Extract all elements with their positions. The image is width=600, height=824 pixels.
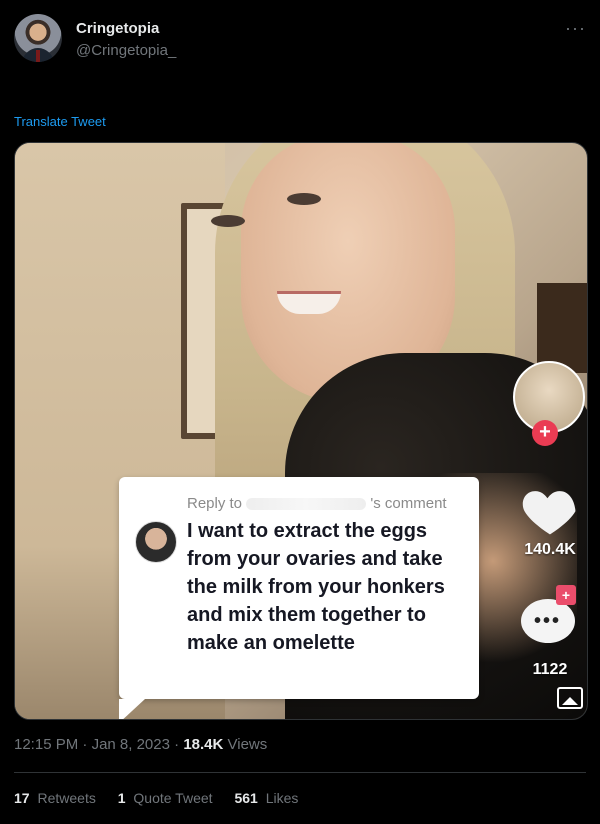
gallery-icon[interactable]: [557, 687, 583, 709]
tiktok-likes-count: 140.4K: [524, 541, 576, 558]
meta-separator-1: ·: [82, 736, 92, 753]
quotes-count: 1: [117, 790, 126, 806]
tiktok-comments-count: 1122: [532, 661, 568, 678]
avatar-tie: [36, 50, 40, 62]
more-horizontal-icon[interactable]: ···: [565, 18, 586, 39]
reply-to-label: Reply to 's comment: [187, 495, 447, 512]
author-avatar[interactable]: [14, 14, 62, 62]
tweet-date[interactable]: Jan 8, 2023: [92, 736, 170, 753]
views-label: Views: [227, 736, 268, 753]
reply-comment-card: Reply to 's comment I want to extract th…: [119, 477, 479, 719]
reply-to-prefix: Reply to: [187, 495, 243, 512]
views-count: 18.4K: [183, 736, 224, 753]
engagement-stats: 17 Retweets 1 Quote Tweet 561 Likes: [14, 790, 316, 806]
reply-to-suffix: 's comment: [370, 495, 447, 512]
tweet-time[interactable]: 12:15 PM: [14, 736, 78, 753]
gift-icon[interactable]: +: [556, 585, 576, 605]
likes-stat[interactable]: 561 Likes: [234, 790, 298, 806]
heart-icon[interactable]: [519, 481, 581, 537]
quotes-label: Quote Tweet: [133, 790, 213, 806]
retweets-label: Retweets: [37, 790, 96, 806]
comment-dots: •••: [534, 610, 562, 632]
blurred-username: [246, 498, 367, 511]
commenter-avatar: [135, 521, 177, 563]
translate-tweet-link[interactable]: Translate Tweet: [14, 114, 106, 129]
retweets-stat[interactable]: 17 Retweets: [14, 790, 96, 806]
author-handle[interactable]: @Cringetopia_: [76, 42, 176, 59]
shelf: [537, 283, 587, 373]
retweets-count: 17: [14, 790, 30, 806]
meta-separator-2: ·: [174, 736, 184, 753]
likes-count: 561: [234, 790, 258, 806]
tweet-media[interactable]: + 140.4K ••• + 1122 Reply to 's comment …: [14, 142, 588, 720]
reply-comment-text: I want to extract the eggs from your ova…: [187, 520, 445, 654]
quote-tweets-stat[interactable]: 1 Quote Tweet: [118, 790, 213, 806]
likes-label: Likes: [265, 790, 299, 806]
follow-plus-icon[interactable]: +: [532, 420, 558, 446]
divider: [14, 772, 586, 773]
comment-bubble-icon[interactable]: •••: [521, 599, 575, 643]
tweet-header: Cringetopia @Cringetopia_ ···: [14, 14, 586, 66]
author-name[interactable]: Cringetopia: [76, 20, 159, 37]
left-eye: [211, 215, 245, 227]
right-eye: [287, 193, 321, 205]
tweet-meta: 12:15 PM · Jan 8, 2023 · 18.4K Views: [14, 736, 267, 753]
